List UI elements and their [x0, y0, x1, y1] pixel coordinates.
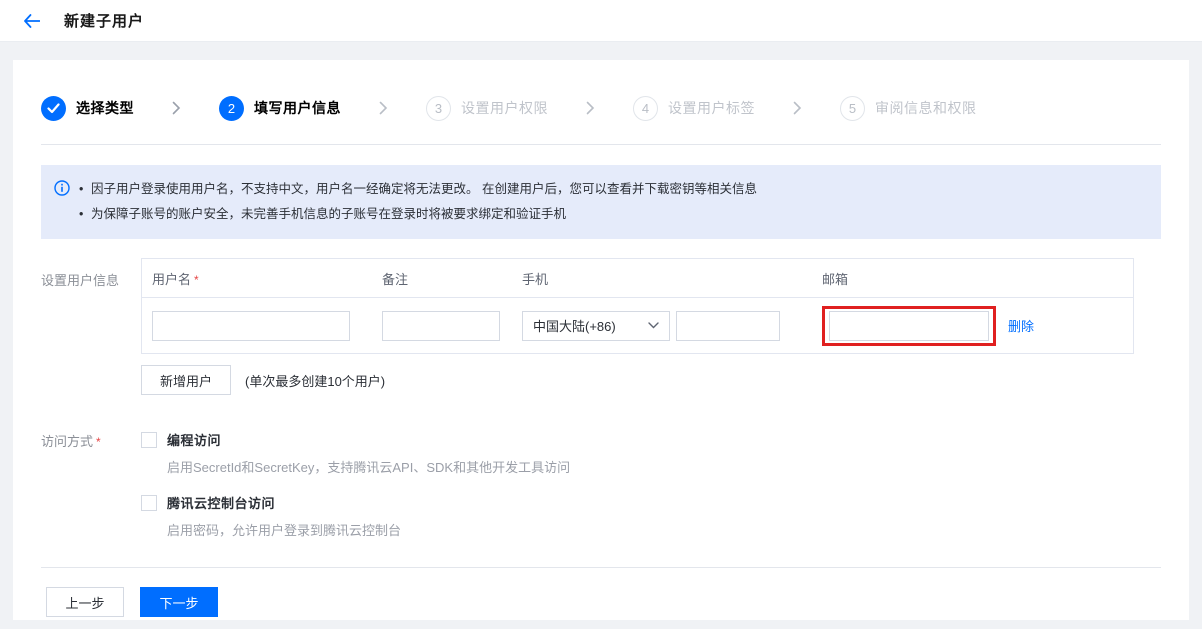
option-programmatic-access: 编程访问 启用SecretId和SecretKey，支持腾讯云API、SDK和其…	[141, 430, 1161, 476]
step-number: 4	[633, 95, 658, 121]
step-label: 填写用户信息	[254, 100, 341, 116]
chevron-right-icon	[379, 101, 388, 115]
page-title: 新建子用户	[64, 13, 145, 30]
chevron-right-icon	[172, 101, 181, 115]
phone-input[interactable]	[676, 310, 780, 341]
username-input[interactable]	[152, 310, 350, 341]
step-fill-user-info: 2 填写用户信息	[219, 95, 341, 121]
step-set-permissions: 3 设置用户权限	[426, 95, 548, 121]
chevron-right-icon	[586, 101, 595, 115]
option-description: 启用密码，允许用户登录到腾讯云控制台	[167, 523, 402, 538]
notice-item: 为保障子账号的账户安全，未完善手机信息的子账号在登录时将被要求绑定和验证手机	[79, 202, 1145, 227]
delete-row-link[interactable]: 删除	[1008, 316, 1034, 335]
column-header-phone: 手机	[522, 271, 549, 287]
access-method-section: 访问方式 * 编程访问 启用SecretId和SecretKey，支持腾讯云API…	[41, 430, 1161, 539]
divider	[41, 144, 1161, 145]
remark-input[interactable]	[382, 310, 500, 341]
add-user-hint: (单次最多创建10个用户)	[245, 373, 386, 389]
column-header-email: 邮箱	[822, 271, 849, 287]
step-label: 设置用户标签	[668, 100, 755, 116]
previous-step-button[interactable]: 上一步	[46, 587, 124, 617]
programmatic-access-checkbox[interactable]	[141, 431, 157, 448]
back-arrow-icon[interactable]	[20, 10, 42, 32]
phone-country-select[interactable]: 中国大陆(+86)	[522, 310, 670, 341]
access-method-label: 访问方式 *	[41, 434, 101, 449]
user-table-header: 用户名 * 备注 手机 邮箱	[142, 259, 1133, 298]
column-header-remark: 备注	[382, 271, 409, 287]
step-check-icon	[41, 95, 66, 121]
email-input-highlight-annotation	[822, 305, 996, 346]
user-table-row: 中国大陆(+86) 删除	[142, 298, 1133, 353]
option-label: 编程访问	[167, 433, 222, 448]
phone-country-value: 中国大陆(+86)	[533, 319, 616, 334]
email-input[interactable]	[829, 310, 989, 341]
step-number: 5	[840, 95, 865, 121]
step-review: 5 审阅信息和权限	[840, 95, 977, 121]
option-console-access: 腾讯云控制台访问 启用密码，允许用户登录到腾讯云控制台	[141, 493, 1161, 539]
required-asterisk: *	[96, 435, 101, 449]
option-description: 启用SecretId和SecretKey，支持腾讯云API、SDK和其他开发工具…	[167, 460, 571, 475]
step-number: 3	[426, 95, 451, 121]
user-table: 用户名 * 备注 手机 邮箱 中国大陆(+86) 删除	[141, 258, 1134, 354]
console-access-checkbox[interactable]	[141, 494, 157, 511]
wizard-stepper: 选择类型 2 填写用户信息 3 设置用户权限 4 设置用户标签 5 审阅信息和权…	[41, 60, 1161, 121]
step-label: 审阅信息和权限	[875, 100, 977, 116]
info-icon	[54, 180, 70, 199]
notice-item: 因子用户登录使用用户名，不支持中文，用户名一经确定将无法更改。 在创建用户后，您…	[79, 177, 1145, 202]
option-label: 腾讯云控制台访问	[167, 496, 276, 511]
chevron-down-icon	[648, 322, 659, 329]
step-number: 2	[219, 95, 244, 121]
chevron-right-icon	[793, 101, 802, 115]
next-step-button[interactable]: 下一步	[140, 587, 218, 617]
divider	[41, 567, 1161, 568]
info-banner: 因子用户登录使用用户名，不支持中文，用户名一经确定将无法更改。 在创建用户后，您…	[41, 165, 1161, 239]
step-select-type: 选择类型	[41, 95, 134, 121]
step-label: 选择类型	[76, 100, 134, 116]
top-header: 新建子用户	[0, 0, 1202, 42]
column-header-username: 用户名 *	[152, 271, 199, 287]
wizard-footer: 上一步 下一步	[41, 587, 1161, 617]
step-label: 设置用户权限	[461, 100, 548, 116]
user-info-section: 设置用户信息 用户名 * 备注 手机 邮箱 中国大陆(+86) 删除 新增用户 …	[41, 258, 1161, 395]
step-set-tags: 4 设置用户标签	[633, 95, 755, 121]
user-info-section-label: 设置用户信息	[41, 273, 120, 288]
add-user-button[interactable]: 新增用户	[141, 365, 232, 395]
required-asterisk: *	[194, 272, 199, 287]
main-card: 选择类型 2 填写用户信息 3 设置用户权限 4 设置用户标签 5 审阅信息和权…	[13, 60, 1189, 620]
